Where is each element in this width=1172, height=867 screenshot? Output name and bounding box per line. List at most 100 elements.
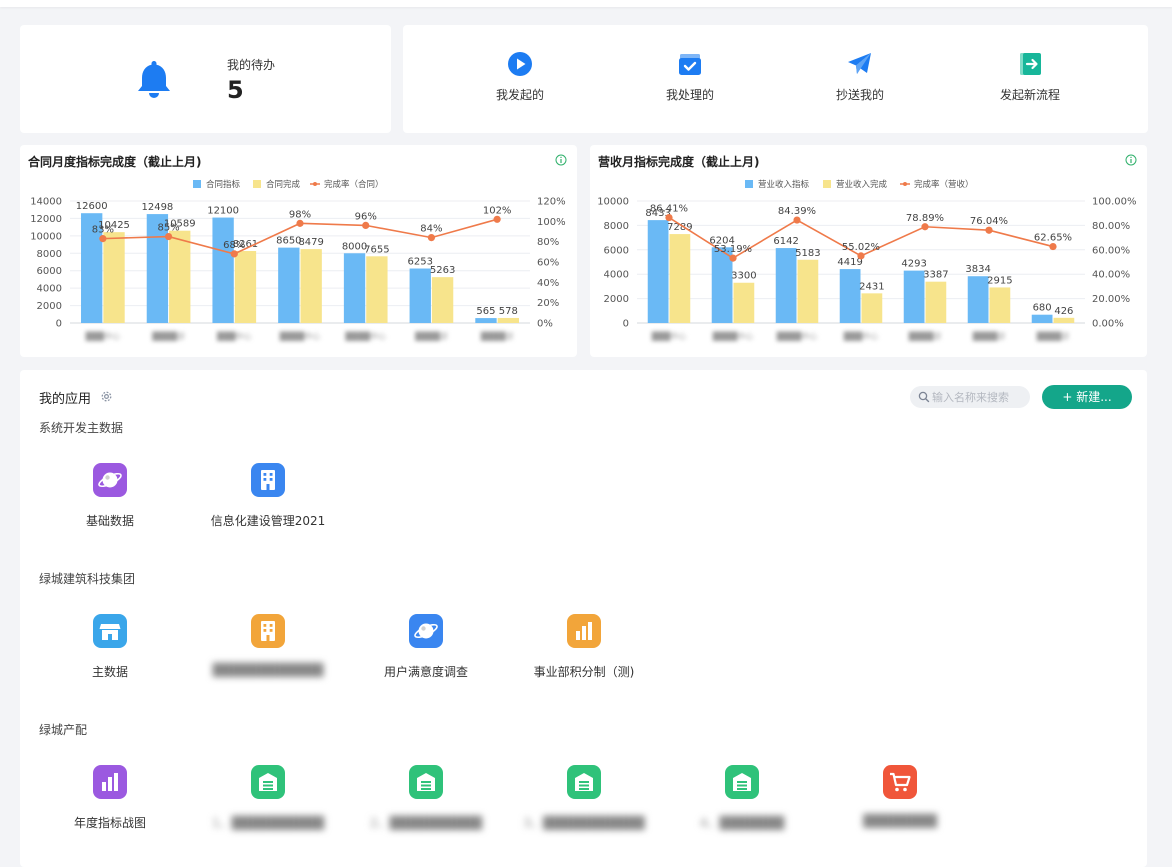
app-tile[interactable]: 2、██████████ [351,765,501,831]
app-tile[interactable]: 1、██████████ [193,765,343,831]
new-app-button[interactable]: + 新建... [1042,385,1132,409]
my-apps-card: 我的应用 + 新建... 系统开发主数据 绿城建筑科技集团 绿城产配 基础数据 信… [20,370,1147,867]
app-tile[interactable]: 3、███████████ [509,765,659,831]
x-tick-label: ███中心 [85,331,120,341]
app-tile[interactable]: 用户满意度调查 [351,614,501,680]
rate-point [985,226,993,234]
handled-by-me-button[interactable]: 我处理的 [630,51,750,103]
y-left-tick-label: 4000 [37,284,62,295]
rate-label: 83% [92,225,114,236]
app-label: 4、███████ [699,816,785,830]
paper-plane-icon [848,53,871,74]
x-tick-label: ████部 [151,331,185,341]
bar-chart-icon [93,765,127,799]
app-tile[interactable]: 主数据 [35,614,185,680]
x-tick-label: ████中心 [279,331,321,341]
rate-point [729,254,737,262]
app-tile[interactable]: 年度指标战图 [35,765,185,831]
cc-to-me-button[interactable]: 抄送我的 [800,51,920,103]
warehouse-icon [251,765,285,799]
y-left-tick-label: 6000 [37,266,62,277]
cart-icon [883,765,917,799]
x-tick-label: ████部 [1036,331,1070,341]
bar-chart-icon [567,614,601,648]
bar-value-label: 4293 [901,259,926,270]
contract-chart-card: 合同月度指标完成度（截止上月) 合同指标 合同完成 完成率（合同） 14000 1200… [20,145,577,357]
bar [1053,317,1075,323]
rate-label: 76.04% [970,216,1008,227]
bar [300,249,322,323]
y-left-tick-label: 2000 [604,294,629,305]
bar-value-label: 3834 [965,264,990,275]
y-right-tick-label: 20.00% [1092,294,1130,305]
y-right-tick-label: 60% [537,258,559,269]
bar [234,251,257,323]
app-label: 3、███████████ [523,816,645,830]
y-left-tick-label: 0 [56,319,62,330]
y-right-tick-label: 0% [537,319,553,330]
initiated-by-me-button[interactable]: 我发起的 [460,51,580,103]
y-right-tick-label: 80% [537,237,559,248]
start-new-process-button[interactable]: 发起新流程 [970,51,1090,103]
rate-point [921,223,929,231]
app-tile[interactable]: 4、███████ [667,765,817,831]
app-label: 事业部积分制（测) [533,665,635,679]
exit-door-icon [1020,53,1041,75]
y-left-tick-label: 10000 [597,197,629,208]
gear-icon[interactable] [100,390,113,403]
workflow-actions-card: 我发起的 我处理的 抄送我的 发起新流程 [403,25,1148,133]
bar-value-label: 565 [476,306,495,317]
y-right-tick-label: 100.00% [1092,197,1137,208]
app-label: ████████ [863,814,937,828]
action-label: 抄送我的 [835,88,884,102]
bar [103,232,125,323]
bar-value-label: 3300 [731,271,756,282]
contract-combo-chart: 合同指标 合同完成 完成率（合同） 14000 12000 10000 8000 6000 40… [30,179,565,341]
bar [861,293,883,323]
app-tile[interactable]: 基础数据 [35,463,185,529]
bar-value-label: 12600 [76,201,108,212]
action-label: 我处理的 [665,88,714,102]
bar-value-label: 7655 [364,244,389,255]
todo-count[interactable]: 5 [227,76,244,104]
app-tile[interactable]: ████████ [825,765,975,828]
bar-value-label: 5263 [430,265,455,276]
app-tile[interactable]: 信息化建设管理2021 [193,463,343,529]
app-search-box[interactable] [910,386,1030,408]
rate-label: 84% [420,224,442,235]
y-left-tick-label: 0 [623,319,629,330]
y-right-tick-label: 80.00% [1092,221,1130,232]
app-search-input[interactable] [932,386,1027,408]
bar [212,217,234,323]
legend-label: 完成率（合同） [324,179,384,190]
shop-icon [93,614,127,648]
legend-label: 合同指标 [206,179,241,190]
x-tick-label: ███中心 [843,331,878,341]
y-left-tick-label: 2000 [37,301,62,312]
app-tile[interactable]: 事业部积分制（测) [509,614,659,680]
app-tile[interactable]: ████████████ [193,614,343,677]
bar [343,253,366,323]
rate-label: 102% [483,205,512,216]
revenue-combo-chart: 营业收入指标 营业收入完成 完成率（营收） 10000 8000 6000 4000 2000… [597,179,1137,341]
bar-value-label: 12100 [207,206,239,217]
todo-card[interactable]: 我的待办 5 [20,25,391,133]
bar-value-label: 578 [499,306,518,317]
revenue-chart-card: 营收月指标完成度（截止上月) 营业收入指标 营业收入完成 完成率（营收） 10000 8… [590,145,1147,357]
y-left-tick-label: 14000 [30,197,62,208]
bar [169,230,191,323]
checkbox-tray-icon [679,54,701,75]
bar [733,282,755,323]
rate-point [665,213,673,222]
rate-label: 53.19% [714,244,752,255]
apps-title: 我的应用 [39,392,92,407]
rate-label: 98% [289,209,311,220]
bar [925,281,947,323]
bar [775,248,797,323]
y-right-tick-label: 0.00% [1092,319,1124,330]
rate-label: 68% [223,240,245,251]
group-title: 系统开发主数据 [39,421,124,435]
rate-point [362,221,370,229]
legend-line-marker [903,182,907,186]
action-label: 我发起的 [495,88,544,102]
